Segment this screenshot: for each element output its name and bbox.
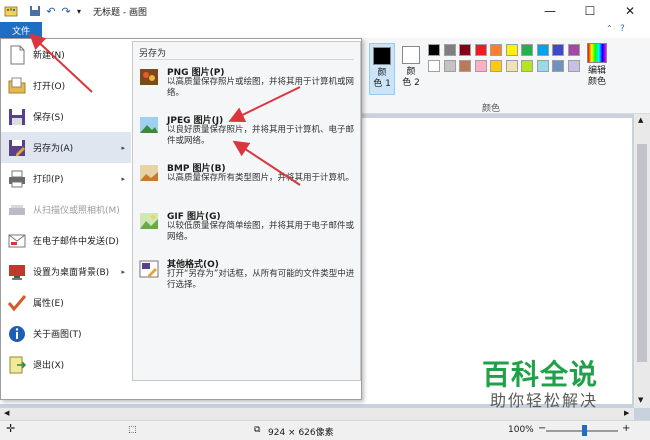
- annotation-arrow-file-tab: [29, 33, 93, 93]
- annotation-arrow-jpeg: [232, 140, 301, 186]
- annotation-arrow-ribbon: [228, 86, 301, 122]
- watermark-subtitle: 助你轻松解决: [490, 391, 599, 410]
